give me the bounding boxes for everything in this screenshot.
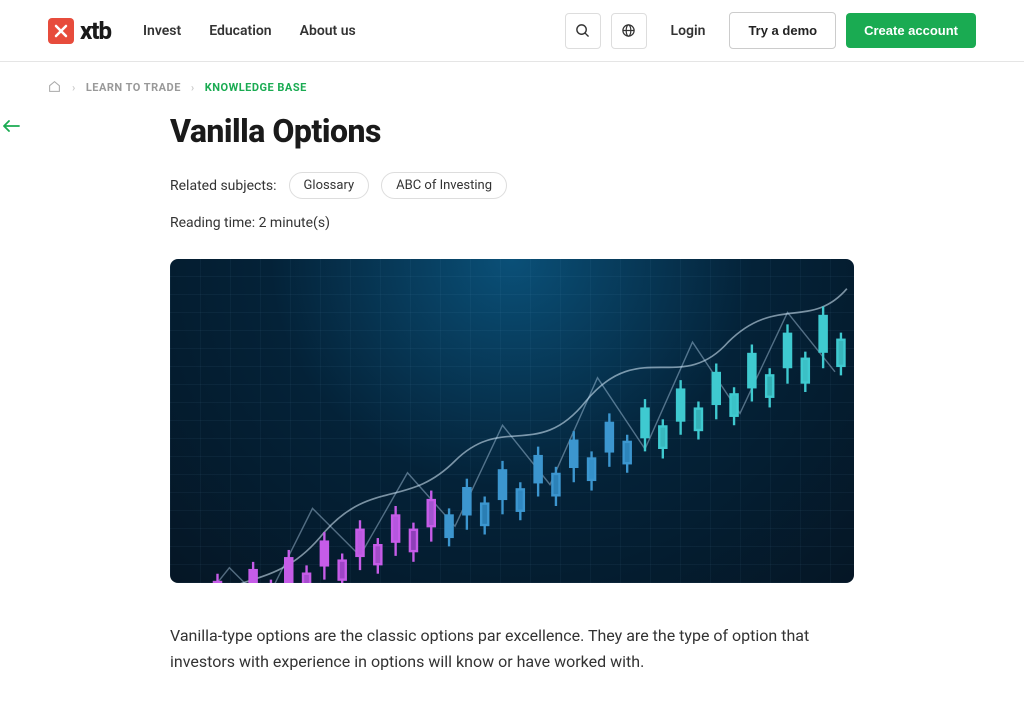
page-title: Vanilla Options [170,112,854,150]
search-button[interactable] [565,13,601,49]
nav-about[interactable]: About us [300,23,356,39]
article-container: Vanilla Options Related subjects: Glossa… [122,112,902,716]
language-button[interactable] [611,13,647,49]
login-link[interactable]: Login [657,23,720,39]
globe-icon [621,23,636,38]
related-label: Related subjects: [170,178,277,194]
home-icon[interactable] [48,80,62,94]
chip-glossary[interactable]: Glossary [289,172,370,199]
back-button[interactable] [2,118,20,137]
logo[interactable]: xtb [48,17,111,45]
nav-invest[interactable]: Invest [143,23,181,39]
breadcrumb-sep: › [72,81,76,94]
article-body: Vanilla-type options are the classic opt… [170,623,854,676]
breadcrumb-knowledge-base[interactable]: KNOWLEDGE BASE [205,81,307,94]
hero-image [170,259,854,583]
nav-education[interactable]: Education [209,23,271,39]
logo-text: xtb [80,17,111,45]
breadcrumb-sep: › [191,81,195,94]
chip-abc-investing[interactable]: ABC of Investing [381,172,507,199]
breadcrumb-learn[interactable]: LEARN TO TRADE [86,81,181,94]
search-icon [575,23,590,38]
arrow-left-icon [2,119,20,133]
breadcrumb: › LEARN TO TRADE › KNOWLEDGE BASE [0,62,1024,112]
reading-time: Reading time: 2 minute(s) [170,215,854,231]
header-left: xtb Invest Education About us [48,17,356,45]
related-subjects-row: Related subjects: Glossary ABC of Invest… [170,172,854,199]
site-header: xtb Invest Education About us Login Try … [0,0,1024,62]
header-right: Login Try a demo Create account [565,12,976,49]
logo-icon [48,18,74,44]
main-nav: Invest Education About us [143,23,356,39]
try-demo-button[interactable]: Try a demo [729,12,836,49]
create-account-button[interactable]: Create account [846,13,976,48]
